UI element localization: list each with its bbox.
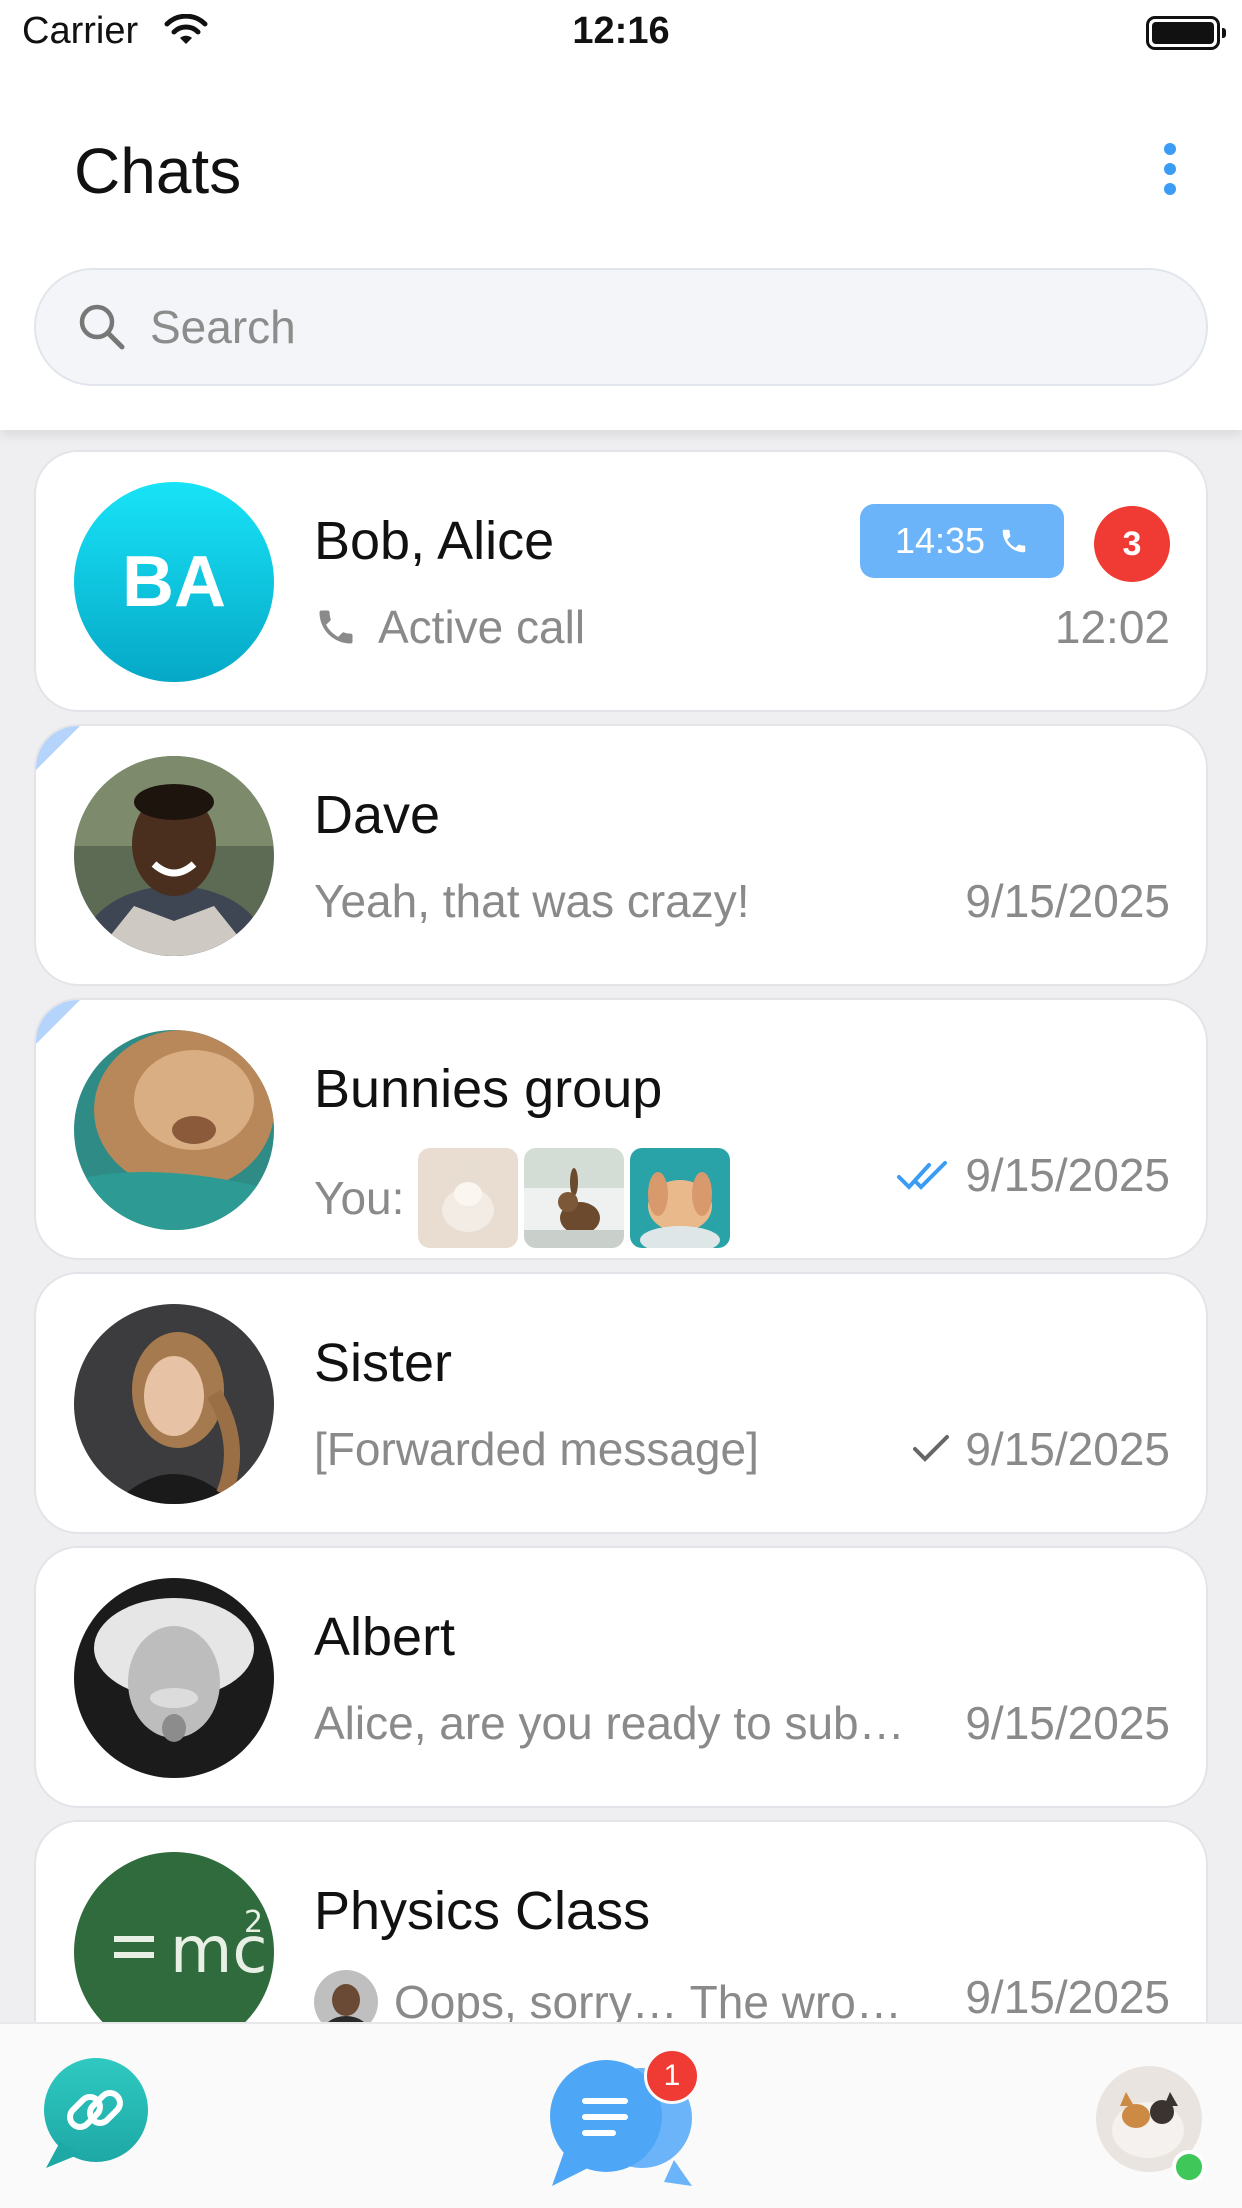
chat-item-physics-class[interactable]: mc 2 Physics Class Oops, sorry… The wro…… [34,1820,1208,2022]
person-photo [74,1578,274,1778]
chat-preview: Yeah, that was crazy! [314,874,750,928]
check-icon [913,1435,950,1462]
double-check-icon [897,1161,948,1190]
avatar [74,1030,274,1230]
battery-icon [1146,16,1226,50]
chat-preview: You: [314,1148,731,1248]
search-bar[interactable] [34,268,1208,386]
phone-icon [319,610,353,644]
sender-avatar [314,1970,378,2022]
chat-name: Dave [314,785,441,845]
person-photo [74,756,274,956]
preview-text: Oops, sorry… The wro… [394,1976,902,2022]
chat-name: Albert [314,1607,456,1667]
chats-unread-badge: 1 [644,2048,700,2104]
chat-time: 9/15/2025 [965,875,1170,927]
chat-name: Sister [314,1333,453,1393]
chat-name: Bunnies group [314,1059,663,1119]
chat-preview: Active call [314,600,585,654]
avatar-initials: BA [122,542,226,622]
chat-item-dave[interactable]: Dave Yeah, that was crazy! 9/15/2025 [34,724,1208,986]
header: Chats [0,66,1242,430]
chat-preview: Oops, sorry… The wro… [314,1970,902,2022]
online-status-indicator [1172,2150,1206,2184]
preview-text: [Forwarded message] [314,1423,759,1475]
chat-item-bob-alice[interactable]: BA Bob, Alice 14:35 3 Active call 12:02 [34,450,1208,712]
bottom-nav: 1 [0,2022,1242,2208]
chat-time: 9/15/2025 [911,1422,1170,1476]
chat-item-sister[interactable]: Sister [Forwarded message] 9/15/2025 [34,1272,1208,1534]
chat-list: BA Bob, Alice 14:35 3 Active call 12:02 [0,430,1242,2022]
active-call-badge[interactable]: 14:35 [860,504,1064,578]
avatar [74,1304,274,1504]
media-thumbnail[interactable] [524,1148,625,1248]
preview-text: You: [314,1172,405,1224]
pinned-corner [36,726,80,770]
pinned-corner [36,1000,80,1044]
bunny-photo [74,1030,274,1230]
link-icon[interactable] [40,2058,148,2168]
chat-time: 9/15/2025 [895,1148,1170,1202]
chalkboard-photo: mc 2 [74,1852,274,2022]
chat-time: 9/15/2025 [965,1697,1170,1749]
search-icon [79,304,125,350]
page-title: Chats [74,135,242,207]
phone-icon [1002,529,1026,553]
svg-text:2: 2 [244,1905,263,1940]
search-input[interactable] [150,300,1050,354]
more-vertical-icon [1164,143,1176,155]
chat-preview: Alice, are you ready to sub… [314,1696,905,1750]
chat-item-bunnies-group[interactable]: Bunnies group You: 9/15/2025 [34,998,1208,1260]
unread-badge: 3 [1094,506,1170,582]
time-text: 9/15/2025 [965,1149,1170,1201]
chat-name: Physics Class [314,1881,651,1941]
media-thumbnail[interactable] [418,1148,519,1248]
status-bar: Carrier 12:16 [0,0,1242,66]
time-text: 9/15/2025 [965,1423,1170,1475]
status-time: 12:16 [572,10,670,52]
chat-time: 12:02 [1054,601,1170,653]
avatar [74,756,274,956]
avatar [74,1578,274,1778]
preview-text: Alice, are you ready to sub… [314,1697,905,1749]
chat-preview: [Forwarded message] [314,1422,759,1476]
chat-time: 9/15/2025 [965,1971,1170,2022]
avatar: BA [74,482,274,682]
preview-text: Active call [378,601,586,653]
chat-item-albert[interactable]: Albert Alice, are you ready to sub… 9/15… [34,1546,1208,1808]
avatar: mc 2 [74,1852,274,2022]
person-photo [74,1304,274,1504]
preview-text: Yeah, that was crazy! [314,875,750,927]
chat-name: Bob, Alice [314,511,555,571]
more-options-button[interactable] [1140,134,1200,204]
call-duration: 14:35 [894,520,986,561]
media-thumbnail[interactable] [630,1148,731,1248]
